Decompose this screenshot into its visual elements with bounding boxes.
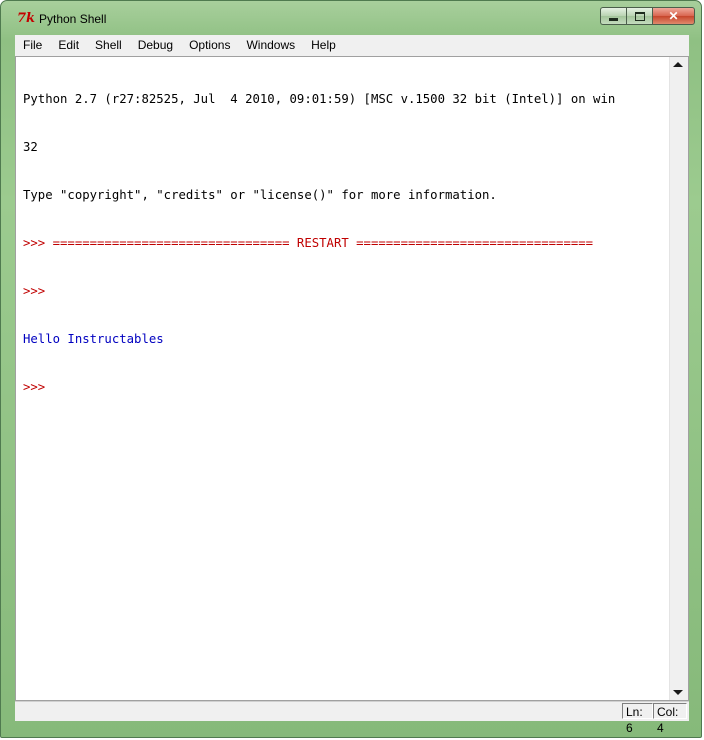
menu-help[interactable]: Help (303, 36, 344, 55)
maximize-button[interactable] (626, 7, 652, 25)
scroll-up-icon[interactable] (673, 62, 683, 67)
shell-line-restart: >>> ================================ RES… (23, 236, 594, 250)
minimize-button[interactable] (600, 7, 626, 25)
title-bar[interactable]: 7k Python Shell ✕ (1, 1, 701, 35)
python-shell-window: 7k Python Shell ✕ File Edit Shell Debug … (0, 0, 702, 738)
shell-line-current-prompt: >>> (23, 380, 46, 394)
menu-file[interactable]: File (15, 36, 50, 55)
shell-line-prompt: >>> (23, 284, 46, 298)
status-bar: Ln: 6 Col: 4 (15, 701, 689, 735)
vertical-scrollbar[interactable] (669, 57, 688, 700)
status-line-number: Ln: 6 (622, 703, 653, 735)
menu-debug[interactable]: Debug (130, 36, 181, 55)
shell-line-info: Type "copyright", "credits" or "license(… (23, 188, 497, 202)
shell-line-output: Hello Instructables (23, 332, 164, 346)
close-button[interactable]: ✕ (652, 7, 695, 25)
tk-icon: 7k (17, 11, 36, 26)
maximize-icon (634, 11, 645, 21)
menu-bar: File Edit Shell Debug Options Windows He… (15, 35, 689, 57)
scroll-down-icon[interactable] (673, 690, 683, 695)
menu-windows[interactable]: Windows (238, 36, 303, 55)
window-title: Python Shell (39, 12, 107, 26)
shell-client-area: Python 2.7 (r27:82525, Jul 4 2010, 09:01… (15, 56, 689, 701)
menu-options[interactable]: Options (181, 36, 238, 55)
shell-line-banner: Python 2.7 (r27:82525, Jul 4 2010, 09:01… (23, 92, 616, 106)
minimize-icon (609, 17, 618, 21)
status-column-number: Col: 4 (653, 703, 687, 735)
window-controls: ✕ (600, 7, 695, 25)
close-icon: ✕ (668, 9, 679, 23)
menu-edit[interactable]: Edit (50, 36, 87, 55)
shell-line-banner-wrap: 32 (23, 140, 38, 154)
shell-text-area[interactable]: Python 2.7 (r27:82525, Jul 4 2010, 09:01… (16, 57, 669, 700)
menu-shell[interactable]: Shell (87, 36, 130, 55)
